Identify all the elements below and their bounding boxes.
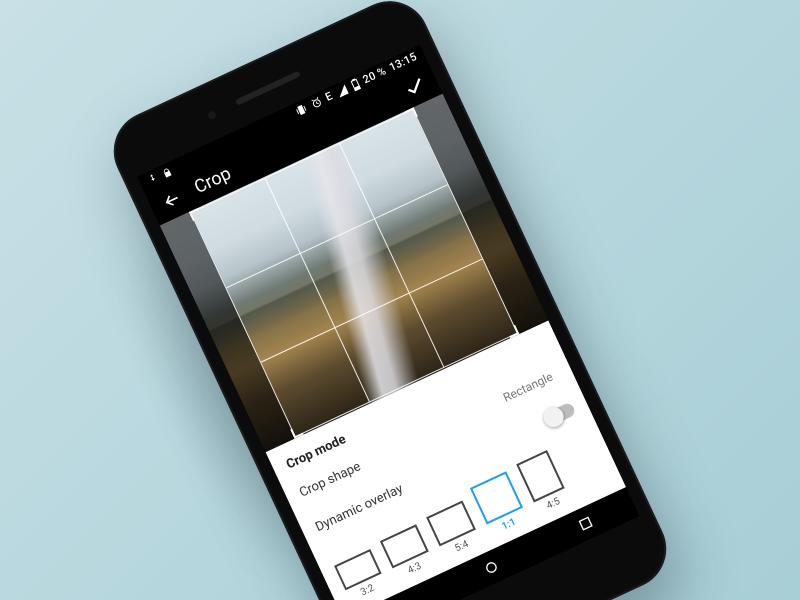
vibrate-icon xyxy=(293,102,309,118)
aspect-ratio-preview xyxy=(334,549,382,590)
grid-line xyxy=(226,184,448,288)
aspect-ratio-option-1-1[interactable]: 1:1 xyxy=(470,471,529,538)
aspect-ratio-label: 4:5 xyxy=(545,496,562,512)
lock-icon xyxy=(160,166,173,179)
grid-line xyxy=(261,259,483,363)
battery-icon xyxy=(349,77,361,91)
aspect-ratio-label: 4:3 xyxy=(406,561,423,577)
grid-line xyxy=(339,144,444,367)
aspect-ratio-label: 3:2 xyxy=(359,583,376,599)
grid-line xyxy=(265,178,370,401)
aspect-ratio-preview xyxy=(380,524,429,568)
aspect-ratio-preview xyxy=(516,450,565,502)
usb-debug-icon xyxy=(146,172,161,187)
aspect-ratio-option-3-2[interactable]: 3:2 xyxy=(334,549,388,600)
aspect-ratio-preview xyxy=(426,501,476,547)
dynamic-overlay-toggle[interactable] xyxy=(544,402,577,427)
signal-icon xyxy=(334,83,350,99)
alarm-icon xyxy=(308,95,324,111)
aspect-ratio-option-4-3[interactable]: 4:3 xyxy=(380,524,435,582)
network-type: E xyxy=(323,90,334,104)
earpiece xyxy=(235,71,301,106)
proximity-sensor xyxy=(207,110,218,121)
screen: E 20 % 13:15 xyxy=(137,45,640,600)
aspect-ratio-preview xyxy=(470,471,523,524)
aspect-ratio-label: 5:4 xyxy=(453,539,470,555)
crop-shape-value: Rectangle xyxy=(501,370,555,405)
aspect-ratio-option-5-4[interactable]: 5:4 xyxy=(426,501,482,561)
aspect-ratio-label: 1:1 xyxy=(500,517,517,533)
aspect-ratio-option-4-5[interactable]: 4:5 xyxy=(516,450,571,516)
